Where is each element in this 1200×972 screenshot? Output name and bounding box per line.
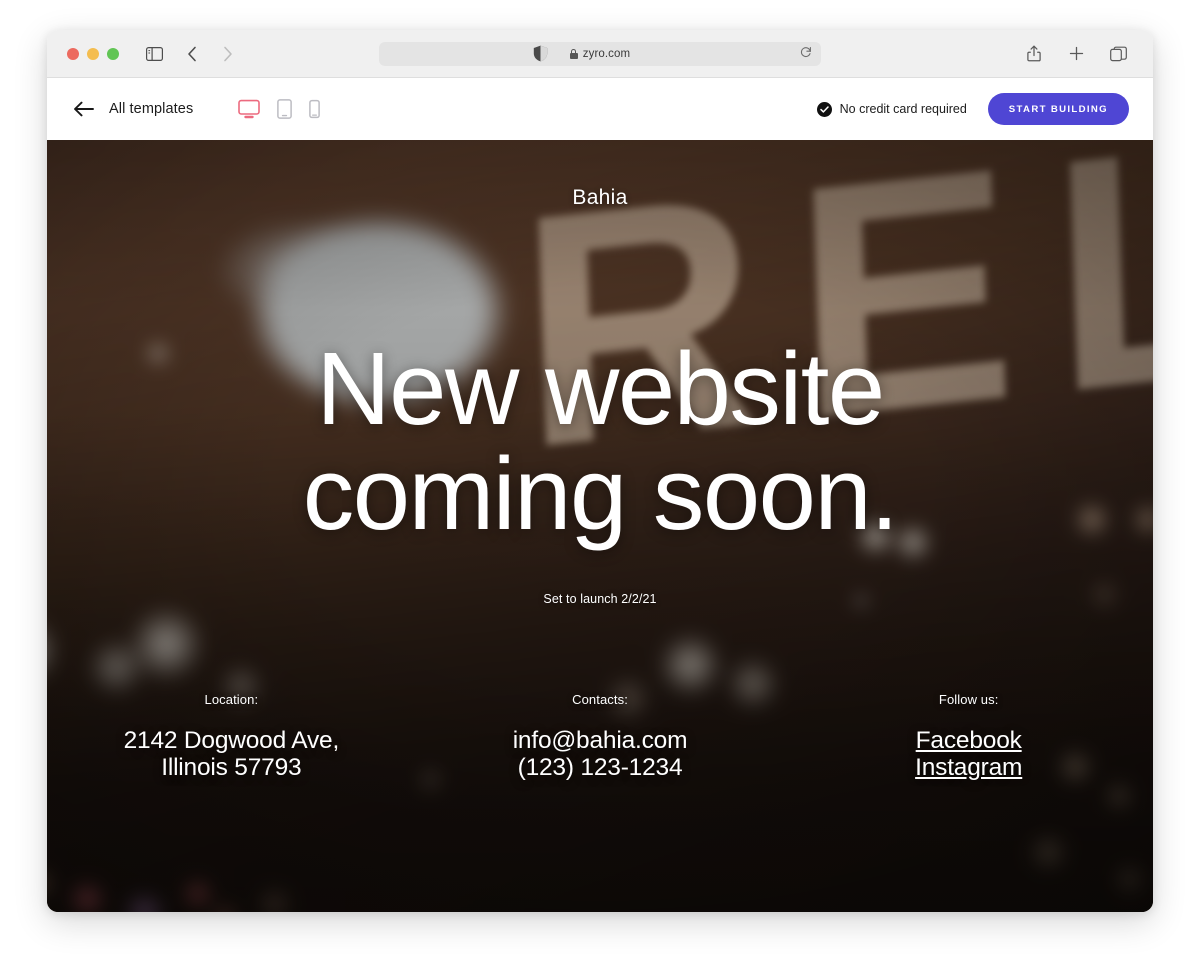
sidebar-icon[interactable] (141, 41, 167, 67)
header-right-group: No credit card required START BUILDING (816, 93, 1129, 125)
check-circle-icon (816, 101, 832, 117)
no-credit-card-notice: No credit card required (816, 101, 967, 117)
contacts-value: info@bahia.com (123) 123-1234 (416, 727, 785, 782)
contacts-label: Contacts: (572, 692, 628, 707)
maximize-window-button[interactable] (107, 47, 119, 60)
page-title: New website coming soon. (47, 336, 1153, 546)
zyro-template-toolbar: All templates No credit card required ST… (47, 78, 1153, 140)
lock-icon (569, 48, 578, 59)
toolbar-left-group (141, 41, 167, 67)
site-logo[interactable]: Bahia (47, 186, 1153, 210)
hero-content: Bahia New website coming soon. Set to la… (47, 140, 1153, 912)
share-icon[interactable] (1021, 41, 1047, 67)
address-bar[interactable]: zyro.com (379, 41, 821, 66)
url-text: zyro.com (582, 47, 631, 60)
location-label: Location: (204, 692, 259, 707)
arrow-left-icon[interactable] (73, 98, 95, 120)
start-building-button[interactable]: START BUILDING (987, 93, 1129, 125)
contacts-column: Contacts: info@bahia.com (123) 123-1234 (416, 692, 785, 782)
facebook-link[interactable]: Facebook (784, 727, 1153, 754)
plus-icon[interactable] (1063, 41, 1089, 67)
tab-overview-icon[interactable] (1105, 41, 1131, 67)
footer-columns: Location: 2142 Dogwood Ave, Illinois 577… (47, 692, 1153, 782)
device-switcher (238, 99, 321, 119)
instagram-link[interactable]: Instagram (784, 754, 1153, 781)
template-preview-canvas: RELAX Bahia New website coming soon. Set… (47, 140, 1153, 912)
location-value: 2142 Dogwood Ave, Illinois 57793 (47, 727, 416, 782)
chevron-left-icon[interactable] (179, 41, 205, 67)
browser-toolbar: zyro.com (47, 30, 1153, 78)
toolbar-right-group (1021, 41, 1131, 67)
browser-window: zyro.com All templates No credit card re… (47, 30, 1153, 912)
headline-line-1: New website (316, 331, 885, 446)
mobile-icon[interactable] (309, 99, 321, 119)
privacy-shield-icon[interactable] (533, 45, 548, 62)
no-credit-card-label: No credit card required (839, 102, 967, 116)
chevron-right-icon[interactable] (215, 41, 241, 67)
reload-icon[interactable] (800, 45, 812, 63)
desktop-icon[interactable] (238, 99, 261, 119)
launch-date-note: Set to launch 2/2/21 (543, 592, 657, 606)
tablet-icon[interactable] (277, 99, 293, 119)
url-display: zyro.com (569, 47, 631, 60)
all-templates-label[interactable]: All templates (109, 101, 193, 117)
headline-line-2: coming soon. (302, 436, 899, 552)
location-column: Location: 2142 Dogwood Ave, Illinois 577… (47, 692, 416, 782)
toolbar-nav-group (179, 41, 241, 67)
contact-email[interactable]: info@bahia.com (416, 727, 785, 754)
close-window-button[interactable] (67, 47, 79, 60)
contact-phone[interactable]: (123) 123-1234 (416, 754, 785, 781)
social-links: Facebook Instagram (784, 727, 1153, 782)
minimize-window-button[interactable] (87, 47, 99, 60)
follow-us-label: Follow us: (938, 692, 999, 707)
follow-us-column: Follow us: Facebook Instagram (784, 692, 1153, 782)
location-line-1: 2142 Dogwood Ave, (123, 727, 340, 754)
window-controls (67, 47, 119, 60)
location-line-2: Illinois 57793 (161, 754, 302, 782)
